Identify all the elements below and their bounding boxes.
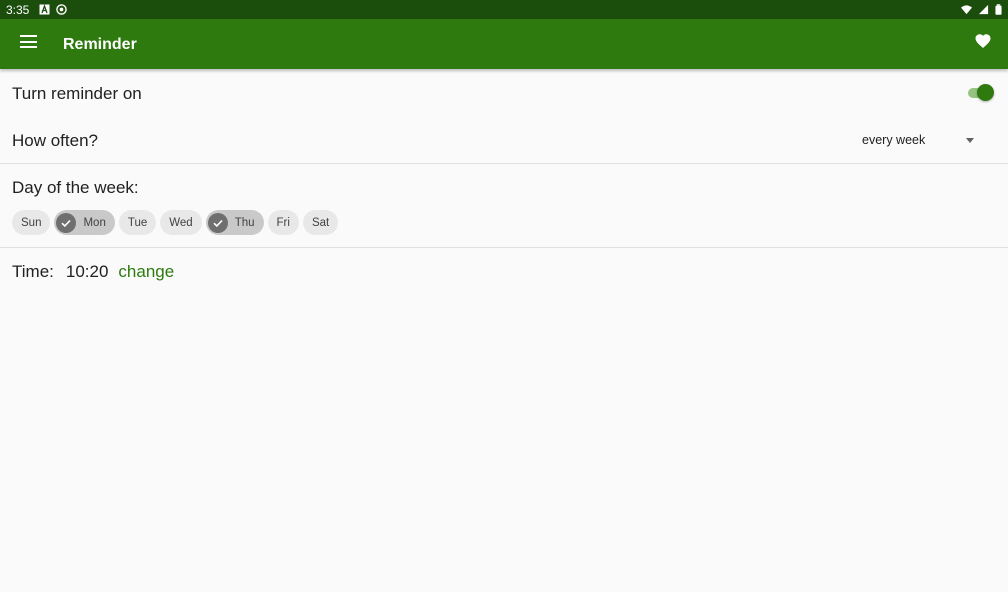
day-of-week-label: Day of the week: [12,178,139,197]
day-chip-label: Fri [276,216,290,229]
status-time: 3:35 [6,2,30,17]
toggle-thumb [977,84,994,101]
time-row: Time: 10:20 change [12,262,174,282]
status-bar: 3:35 [0,0,1008,19]
signal-icon [978,4,989,15]
day-chip-label: Thu [234,216,255,229]
how-often-dropdown[interactable]: every week [862,128,978,152]
reminder-toggle[interactable] [967,84,995,102]
day-chip-label: Mon [83,216,106,229]
how-often-label: How often? [12,131,98,150]
day-chip-label: Sun [21,216,42,229]
day-chip-label: Wed [169,216,193,229]
day-chips: Sun Mon Tue Wed Thu Fri Sat [12,210,339,235]
day-chip-thu[interactable]: Thu [205,210,264,235]
page-title: Reminder [63,36,137,53]
time-label: Time: [12,262,54,281]
wifi-icon [961,5,972,15]
day-chip-wed[interactable]: Wed [160,210,202,235]
day-chip-sat[interactable]: Sat [302,210,339,235]
battery-icon [995,4,1002,15]
check-icon [207,212,228,233]
day-chip-mon[interactable]: Mon [54,210,115,235]
divider [0,247,1008,248]
heart-icon[interactable] [974,32,992,50]
day-chip-sun[interactable]: Sun [12,210,51,235]
chevron-down-icon [966,137,974,143]
app-bar: Reminder [0,19,1008,69]
status-left: 3:35 [6,2,68,17]
day-chip-tue[interactable]: Tue [118,210,157,235]
change-time-link[interactable]: change [118,262,174,282]
status-right [961,4,1002,15]
check-icon [56,212,77,233]
time-value: 10:20 [65,262,109,281]
day-chip-label: Tue [127,216,148,229]
day-chip-label: Sat [311,216,330,229]
a-icon [39,4,50,15]
sync-icon [56,4,68,15]
menu-icon[interactable] [20,35,37,48]
how-often-value: every week [862,133,926,147]
day-chip-fri[interactable]: Fri [267,210,299,235]
divider [0,163,1008,164]
toggle-label: Turn reminder on [12,84,142,103]
